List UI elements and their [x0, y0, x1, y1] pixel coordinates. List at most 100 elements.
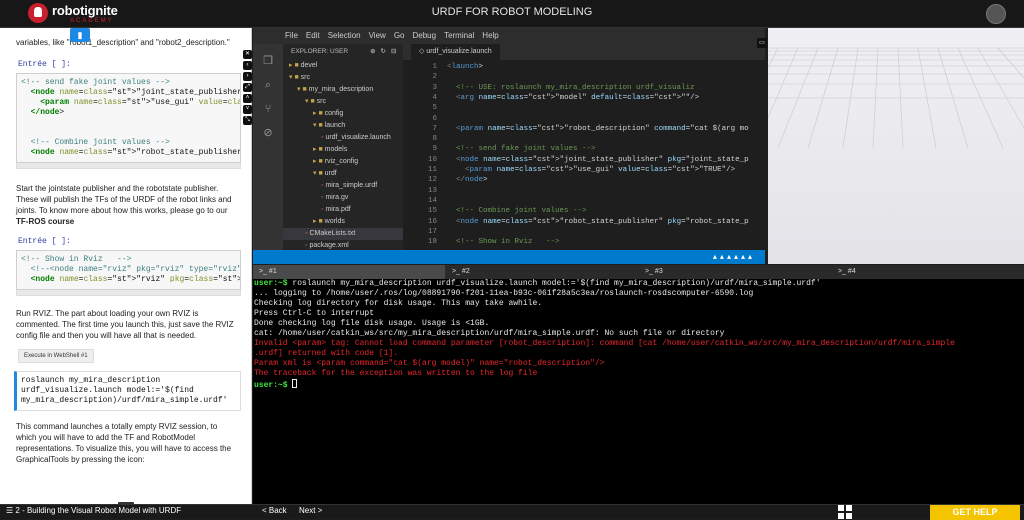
folder-icon: ▸ ■ [289, 62, 301, 69]
list-icon: ☰ [6, 506, 16, 515]
terminal-line: Press Ctrl-C to interrupt [254, 309, 375, 318]
terminal-cursor [292, 379, 298, 388]
tree-item[interactable]: ▾ ■ my_mira_description [283, 84, 403, 96]
folder-icon: ▸ ■ [313, 110, 325, 117]
next-button[interactable]: Next > [299, 506, 322, 515]
code-editor[interactable]: File Edit Selection View Go Debug Terminal Help… [253, 28, 765, 264]
tree-item[interactable]: ◦ mira.gv [283, 192, 403, 204]
code-line[interactable]: <launch> [447, 62, 483, 72]
line-number: 17 [427, 227, 437, 236]
menu-help[interactable]: Help [482, 28, 498, 44]
book-icon[interactable]: ▮ [70, 28, 90, 42]
line-number: 5 [432, 104, 437, 113]
monitor-icon[interactable]: ▭ [757, 38, 767, 48]
tab-urdf-visualize[interactable]: ◇ urdf_visualize.launch [411, 44, 500, 60]
lesson-selector[interactable]: ☰ 2 - Building the Visual Robot Model wi… [6, 506, 181, 515]
tree-item-label: config [324, 110, 344, 117]
tree-item[interactable]: ▸ ■ devel [283, 60, 403, 72]
tree-item[interactable]: ▸ ■ worlds [283, 216, 403, 228]
code-area[interactable]: 1 <launch> 2 3 <!-- USE: roslaunch my_mira_… [403, 60, 765, 250]
back-button[interactable]: < Back [262, 506, 287, 515]
tf-ros-course-link[interactable]: TF-ROS course [16, 217, 74, 226]
tree-item-label: mira.gv [325, 194, 349, 201]
menu-edit[interactable]: Edit [306, 28, 320, 44]
folder-icon: ▸ ■ [313, 146, 325, 153]
user-avatar[interactable] [986, 4, 1006, 24]
arrow-up-icon[interactable]: ˄ [243, 94, 252, 103]
code-line[interactable]: <!-- Show in Rviz --> [447, 237, 560, 247]
tree-item[interactable]: ▾ ■ src [283, 96, 403, 108]
refresh-icon[interactable]: ↻ [381, 48, 386, 55]
menu-terminal[interactable]: Terminal [444, 28, 474, 44]
code-line[interactable]: <node name=class="cst">"joint_state_publ… [447, 155, 749, 165]
tree-item[interactable]: ◦ mira.pdf [283, 204, 403, 216]
arrow-left-icon[interactable]: ‹ [243, 61, 252, 70]
tree-item-label: CMakeLists.txt [309, 230, 356, 237]
new-file-icon[interactable]: ⊕ [370, 48, 375, 55]
grid-layout-icon[interactable] [838, 505, 852, 519]
terminal-line: The traceback for the exception was writ… [254, 369, 538, 378]
code-line[interactable]: <param name=class="cst">"use_gui" value=… [447, 165, 735, 175]
terminal-tab-4[interactable]: >_ #4 [832, 265, 1024, 279]
code-line[interactable]: <node name=class="cst">"robot_state_publ… [447, 217, 749, 227]
expand-icon[interactable]: ⤢ [243, 83, 252, 92]
tree-item[interactable]: ▸ ■ config [283, 108, 403, 120]
close-icon[interactable]: ✕ [243, 50, 252, 59]
execute-webshell-button[interactable]: Execute in WebShell #1 [18, 349, 94, 363]
tree-item-label: my_mira_description [308, 86, 374, 93]
collapse-icon[interactable]: ⤡ [243, 116, 252, 125]
menu-debug[interactable]: Debug [412, 28, 436, 44]
notebook-panel[interactable]: variables, like "robot1_description" and… [0, 28, 252, 504]
menu-go[interactable]: Go [394, 28, 405, 44]
debug-icon[interactable]: ⊘ [261, 126, 275, 140]
folder-icon: ▾ ■ [305, 98, 317, 105]
tree-item[interactable]: ▾ ■ urdf [283, 168, 403, 180]
tree-item[interactable]: ◦ mira_simple.urdf [283, 180, 403, 192]
code-line[interactable]: <param name=class="cst">"robot_descripti… [447, 124, 749, 134]
menu-view[interactable]: View [369, 28, 386, 44]
shell-command-cell[interactable]: roslaunch my_mira_description urdf_visua… [14, 371, 241, 411]
web-terminal[interactable]: >_ #1 >_ #2 >_ #3 >_ #4 user:~$ roslaunch m… [253, 265, 1024, 504]
menu-selection[interactable]: Selection [328, 28, 361, 44]
code-cell-1[interactable]: <!-- send fake joint values --> <node na… [16, 73, 241, 163]
collapse-all-icon[interactable]: ⊟ [391, 48, 396, 55]
get-help-button[interactable]: GET HELP [930, 505, 1020, 520]
tree-item[interactable]: ▸ ■ rviz_config [283, 156, 403, 168]
paragraph-run-rviz: Run RVIZ. The part about loading your ow… [16, 309, 234, 340]
code-line[interactable]: </node> [447, 175, 488, 185]
tree-item[interactable]: ◦ CMakeLists.txt [283, 228, 403, 240]
paragraph-publishers: Start the jointstate publisher and the r… [16, 184, 232, 226]
tree-item[interactable]: ▸ ■ models [283, 144, 403, 156]
code-line[interactable]: <!-- Combine joint values --> [447, 206, 587, 216]
rviz-viewport[interactable] [768, 28, 1024, 264]
cell-scrollbar-2[interactable] [16, 290, 241, 296]
line-number: 18 [427, 238, 437, 247]
bottom-bar: ☰ 2 - Building the Visual Robot Model wi… [0, 504, 1024, 520]
source-control-icon[interactable]: ⑂ [261, 102, 275, 116]
tree-item[interactable]: ▾ ■ src [283, 72, 403, 84]
files-icon[interactable]: ❐ [261, 54, 275, 68]
tree-item[interactable]: ◦ urdf_visualize.launch [283, 132, 403, 144]
code-line[interactable]: <arg name=class="cst">"model" default=cl… [447, 93, 699, 103]
code-line[interactable]: <!-- send fake joint values --> [447, 144, 596, 154]
cell-scrollbar[interactable] [16, 163, 241, 169]
arrow-right-icon[interactable]: › [243, 72, 252, 81]
tree-item-label: models [324, 146, 348, 153]
terminal-tab-3[interactable]: >_ #3 [639, 265, 831, 279]
folder-icon: ▸ ■ [313, 218, 325, 225]
terminal-tab-1[interactable]: >_ #1 [253, 265, 445, 279]
explorer-title: EXPLORER: USER ⊕ ↻ ⊟ [291, 48, 397, 55]
code-cell-2[interactable]: <!-- Show in Rviz --> <!--<node name="rv… [16, 250, 241, 290]
search-icon[interactable]: ⌕ [261, 78, 275, 92]
menu-file[interactable]: File [285, 28, 298, 44]
editor-tabs: ◇ urdf_visualize.launch [403, 44, 765, 60]
terminal-line: user:~$ [254, 379, 1024, 391]
line-number: 1 [432, 63, 437, 71]
arrow-down-icon[interactable]: ˅ [243, 105, 252, 114]
code-line[interactable]: <!-- USE: roslaunch my_mira_description … [447, 83, 695, 93]
terminal-tab-2[interactable]: >_ #2 [446, 265, 638, 279]
line-number: 12 [427, 176, 437, 185]
line-number: 11 [427, 166, 437, 174]
line-number: 8 [432, 135, 437, 144]
tree-item[interactable]: ▾ ■ launch [283, 120, 403, 132]
